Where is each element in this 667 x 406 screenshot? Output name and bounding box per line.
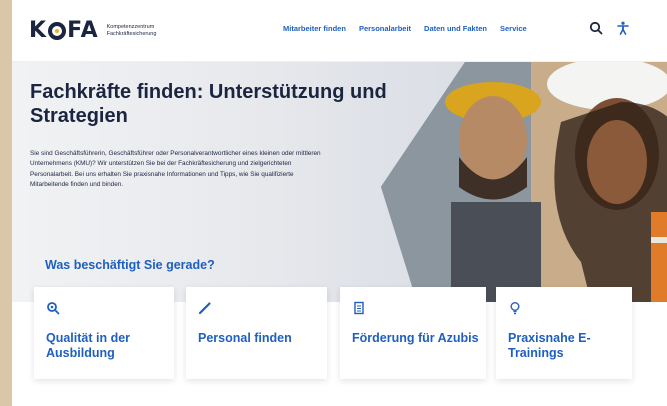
page: K FA Kompetenzzentrum Fachkräftesicherun… <box>12 0 667 406</box>
nav-mitarbeiter-finden[interactable]: Mitarbeiter finden <box>283 24 346 33</box>
hero-photo <box>381 62 667 302</box>
lightbulb-icon <box>510 302 520 315</box>
logo-letters-fa: FA <box>67 18 99 43</box>
card-label: Förderung für Azubis <box>352 331 479 345</box>
card-foerderung-azubis[interactable]: Förderung für Azubis <box>340 287 486 379</box>
search-icon[interactable] <box>589 21 603 35</box>
main-nav: Mitarbeiter finden Personalarbeit Daten … <box>283 24 540 33</box>
document-icon <box>354 301 364 315</box>
site-header: K FA Kompetenzzentrum Fachkräftesicherun… <box>12 0 667 62</box>
accessibility-icon[interactable] <box>616 21 630 35</box>
nav-daten-und-fakten[interactable]: Daten und Fakten <box>424 24 487 33</box>
pen-icon <box>198 302 211 315</box>
card-personal-finden[interactable]: Personal finden <box>186 287 327 379</box>
card-label: Personal finden <box>198 331 292 345</box>
logo[interactable]: K FA Kompetenzzentrum Fachkräftesicherun… <box>29 18 177 43</box>
hero-section: Fachkräfte finden: Unterstützung und Str… <box>12 62 667 302</box>
logo-mark: K FA <box>29 18 99 43</box>
card-label: Praxisnahe E-Trainings <box>508 331 591 360</box>
hero-intro-text: Sie sind Geschäftsführerin, Geschäftsfüh… <box>30 150 321 188</box>
logo-letter-k: K <box>29 18 48 43</box>
section-question: Was beschäftigt Sie gerade? <box>45 258 215 272</box>
logo-o-icon <box>48 21 67 40</box>
nav-personalarbeit[interactable]: Personalarbeit <box>359 24 411 33</box>
search-magnifier-icon <box>47 302 60 315</box>
nav-service[interactable]: Service <box>500 24 527 33</box>
card-qualitaet-ausbildung[interactable]: Qualität in der Ausbildung <box>34 287 174 379</box>
logo-subtitle: Kompetenzzentrum Fachkräftesicherung <box>106 23 157 37</box>
page-title: Fachkräfte finden: Unterstützung und Str… <box>30 81 387 127</box>
hero-photo-illustration <box>381 62 667 302</box>
card-label: Qualität in der Ausbildung <box>46 331 131 360</box>
card-praxisnahe-etrainings[interactable]: Praxisnahe E-Trainings <box>496 287 632 379</box>
